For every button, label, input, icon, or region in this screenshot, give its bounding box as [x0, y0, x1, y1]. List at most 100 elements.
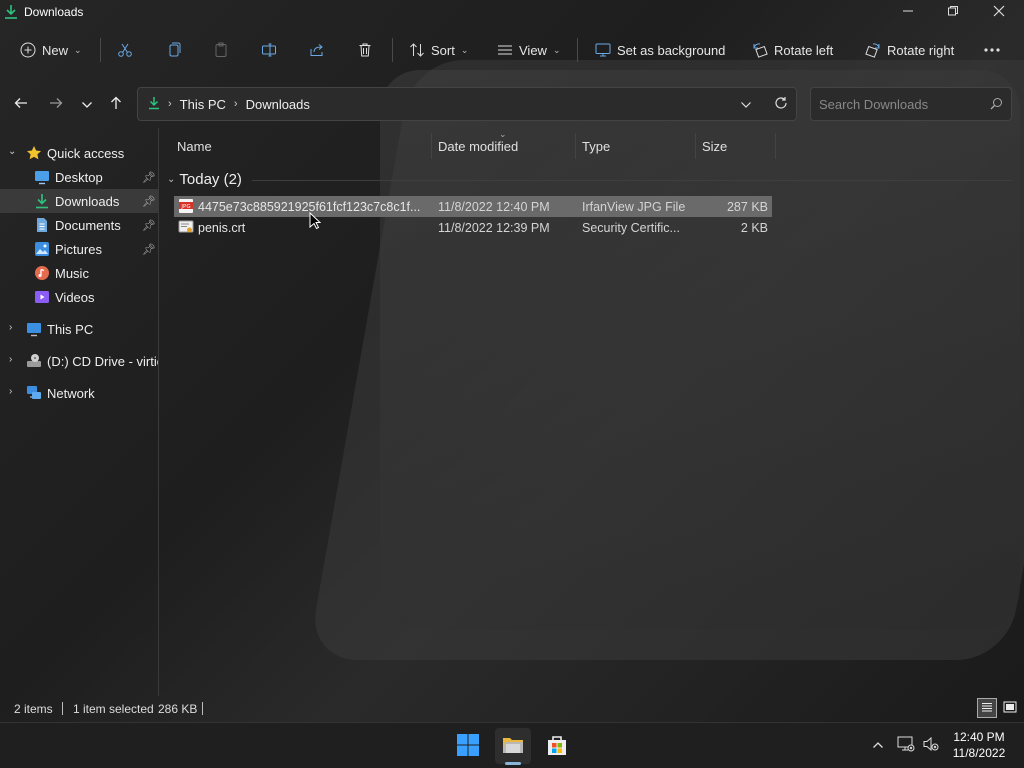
clock-date: 11/8/2022	[952, 746, 1006, 760]
close-button[interactable]	[987, 4, 1011, 24]
jpg-file-icon: JPG	[178, 198, 194, 217]
clock-time: 12:40 PM	[953, 730, 1005, 744]
column-header-size[interactable]: Size	[702, 139, 727, 159]
sort-button[interactable]: Sort ⌄	[409, 32, 468, 68]
active-app-indicator	[505, 762, 521, 765]
rename-button[interactable]	[261, 32, 277, 68]
cut-button[interactable]	[117, 32, 133, 68]
sidebar-item-pictures[interactable]: Pictures 📌︎	[0, 237, 158, 261]
rotate-left-icon	[752, 42, 768, 58]
rotate-left-label: Rotate left	[774, 42, 834, 58]
arrow-right-icon	[49, 96, 63, 113]
breadcrumb-downloads[interactable]: Downloads	[246, 97, 310, 112]
set-as-background-button[interactable]: Set as background	[595, 32, 725, 68]
volume-button[interactable]	[923, 736, 939, 755]
paste-button[interactable]	[213, 32, 229, 68]
minimize-button[interactable]	[896, 4, 920, 24]
up-button[interactable]	[105, 94, 127, 114]
rotate-right-button[interactable]: Rotate right	[865, 32, 954, 68]
column-header-type[interactable]: Type	[582, 139, 610, 159]
column-divider[interactable]	[775, 133, 776, 159]
group-header-today[interactable]: ⌄ Today (2)	[167, 171, 242, 188]
status-bar: 2 items 1 item selected 286 KB	[0, 698, 1024, 720]
certificate-file-icon	[178, 219, 194, 238]
refresh-button[interactable]	[774, 96, 788, 113]
mouse-cursor-icon	[309, 211, 322, 233]
file-date: 11/8/2022 12:40 PM	[438, 199, 550, 214]
sidebar-item-videos[interactable]: Videos	[0, 285, 158, 309]
sidebar-item-label: Downloads	[55, 193, 120, 209]
sidebar-item-documents[interactable]: Documents 📌︎	[0, 213, 158, 237]
view-label: View	[519, 42, 547, 58]
address-history-dropdown[interactable]	[740, 97, 752, 112]
share-button[interactable]	[309, 32, 325, 68]
column-divider[interactable]	[431, 133, 432, 159]
sidebar-item-label: This PC	[47, 321, 94, 337]
view-lines-icon	[497, 42, 513, 58]
file-size: 2 KB	[740, 220, 768, 235]
column-divider[interactable]	[575, 133, 576, 159]
command-bar: New ⌄ Sort ⌄ View ⌄ Set as background Ro…	[0, 32, 1024, 68]
paste-icon	[213, 42, 229, 58]
set-as-background-label: Set as background	[617, 42, 726, 58]
sidebar-item-music[interactable]: Music	[0, 261, 158, 285]
file-type: IrfanView JPG File	[582, 199, 686, 214]
details-view-icon	[981, 701, 993, 716]
sidebar-item-label: Desktop	[55, 169, 103, 185]
file-row[interactable]: penis.crt 11/8/2022 12:39 PM Security Ce…	[174, 217, 772, 238]
details-view-button[interactable]	[977, 698, 997, 718]
sidebar-item-downloads[interactable]: Downloads 📌︎	[0, 189, 158, 213]
search-input[interactable]: Search Downloads	[810, 87, 1012, 121]
sidebar-item-quick-access[interactable]: ⌄ Quick access	[0, 141, 158, 165]
downloads-icon	[148, 96, 160, 113]
column-header-date-modified[interactable]: Date modified	[438, 139, 518, 159]
file-date: 11/8/2022 12:39 PM	[438, 220, 550, 235]
speaker-muted-icon	[923, 736, 939, 755]
thumbnail-view-icon	[1003, 701, 1017, 716]
computer-icon	[26, 321, 42, 340]
chevron-right-icon: ›	[9, 354, 13, 365]
item-count: 2 items	[14, 702, 53, 716]
sidebar-item-network[interactable]: › Network	[0, 381, 158, 405]
recent-locations-button[interactable]	[76, 94, 98, 114]
desktop-background-icon	[595, 42, 611, 58]
rotate-right-label: Rotate right	[887, 42, 955, 58]
forward-button[interactable]	[45, 94, 67, 114]
network-disconnected-icon	[897, 736, 915, 755]
more-options-button[interactable]	[983, 32, 1001, 68]
copy-button[interactable]	[166, 32, 182, 68]
column-divider[interactable]	[695, 133, 696, 159]
downloads-icon	[4, 4, 18, 23]
restore-button[interactable]	[941, 4, 965, 24]
new-button[interactable]: New ⌄	[20, 32, 82, 68]
svg-text:JPG: JPG	[180, 204, 190, 210]
sidebar-item-desktop[interactable]: Desktop 📌︎	[0, 165, 158, 189]
arrow-left-icon	[14, 96, 28, 113]
network-status-button[interactable]	[897, 736, 915, 755]
selection-size: 286 KB	[158, 702, 198, 716]
more-icon	[983, 47, 1001, 53]
taskbar: 12:40 PM 11/8/2022	[0, 722, 1024, 768]
start-button[interactable]	[450, 728, 486, 764]
delete-button[interactable]	[357, 32, 373, 68]
sidebar-item-cd-drive[interactable]: › (D:) CD Drive - virtio	[0, 349, 158, 373]
search-icon	[990, 97, 1003, 113]
taskbar-clock[interactable]: 12:40 PM 11/8/2022	[944, 729, 1014, 761]
address-bar[interactable]: › This PC › Downloads	[137, 87, 797, 121]
show-hidden-icons-button[interactable]	[872, 737, 884, 752]
rotate-left-button[interactable]: Rotate left	[752, 32, 833, 68]
back-button[interactable]	[10, 94, 32, 114]
large-icons-view-button[interactable]	[1001, 699, 1019, 717]
view-button[interactable]: View ⌄	[497, 32, 561, 68]
sidebar-item-this-pc[interactable]: › This PC	[0, 317, 158, 341]
chevron-down-icon: ⌄	[552, 44, 561, 55]
scissors-icon	[117, 42, 133, 58]
search-placeholder: Search Downloads	[819, 97, 929, 112]
taskbar-microsoft-store[interactable]	[539, 728, 575, 764]
group-divider	[252, 180, 1012, 181]
taskbar-file-explorer[interactable]	[495, 728, 531, 764]
column-header-name[interactable]: Name	[177, 139, 212, 159]
breadcrumb-this-pc[interactable]: This PC	[180, 97, 226, 112]
file-row[interactable]: JPG 4475e73c885921925f61fcf123c7c8c1f...…	[174, 196, 772, 217]
arrow-up-icon	[109, 96, 123, 113]
